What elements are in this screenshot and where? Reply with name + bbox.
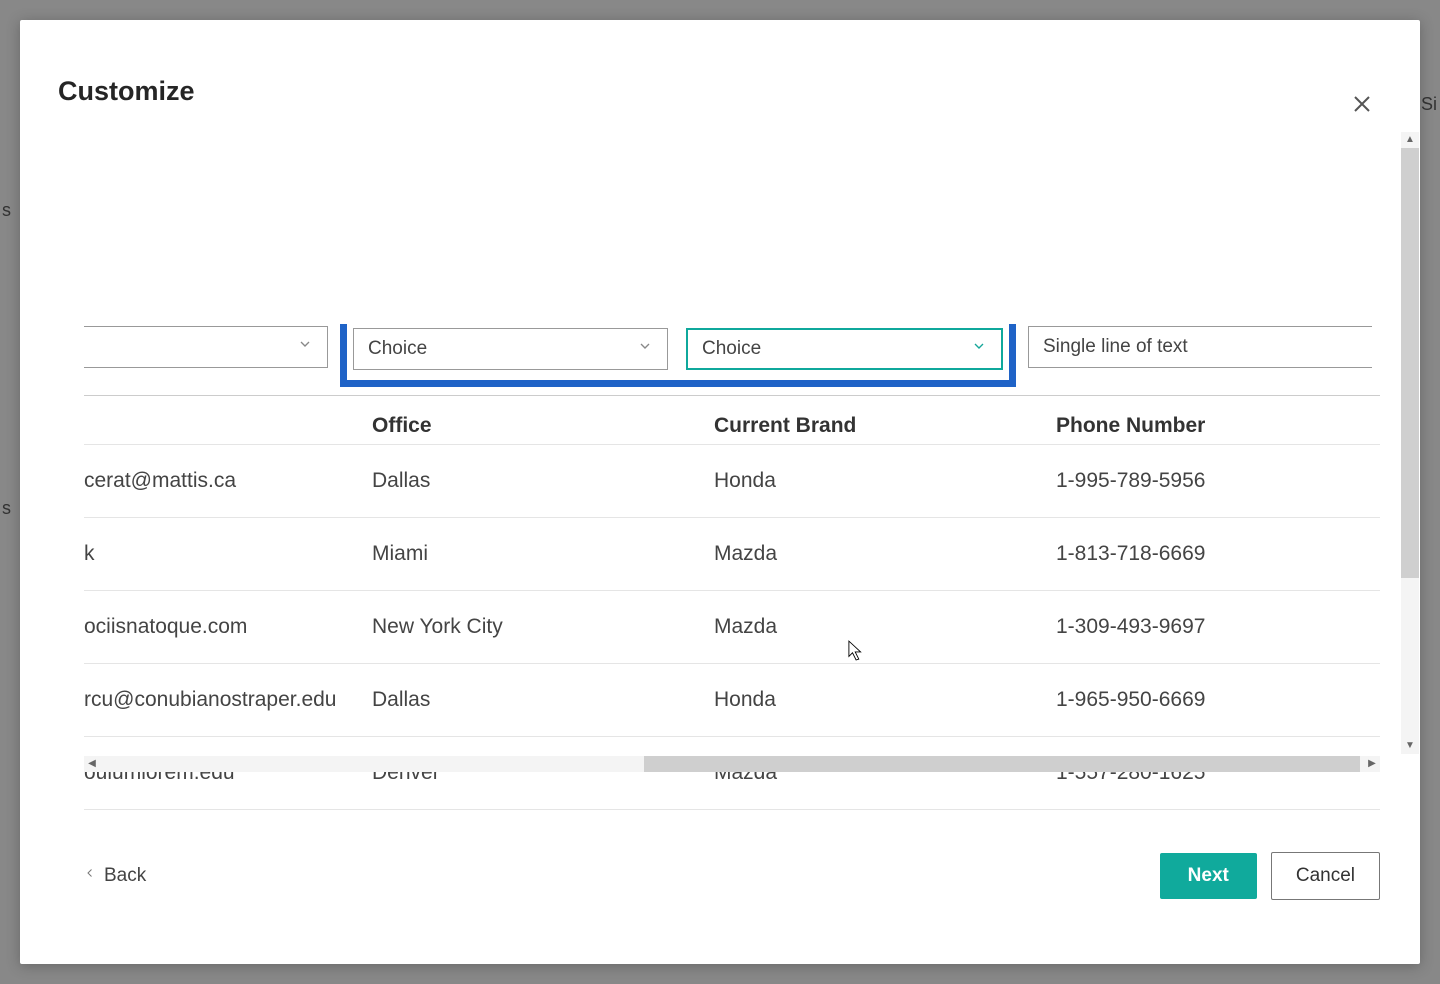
horizontal-scrollbar[interactable]: ◀ ▶ [84,756,1380,772]
column-type-select-brand[interactable]: Choice [686,328,1003,370]
cell-email: rcu@conubianostraper.edu [84,688,372,712]
select-value: Choice [368,338,427,360]
cell-phone: 1-309-493-9697 [1056,615,1356,639]
scroll-left-icon[interactable]: ◀ [84,756,100,772]
table-row[interactable]: oulumlorem.edu Denver Mazda 1-557-280-16… [84,737,1380,810]
scroll-up-icon[interactable]: ▲ [1401,132,1419,148]
column-header-email [84,414,372,438]
cell-office: Dallas [372,688,714,712]
table-row[interactable]: rcu@conubianostraper.edu Dallas Honda 1-… [84,664,1380,737]
next-button[interactable]: Next [1160,853,1257,899]
vertical-scrollbar[interactable]: ▲ ▼ [1401,132,1419,754]
backdrop-fragment: Si [1421,94,1437,115]
close-icon[interactable] [1350,92,1374,116]
column-type-row: Choice Choice Single line of te [84,324,1380,396]
cell-brand: Honda [714,688,1056,712]
customize-dialog: Customize Choice [20,20,1420,964]
scroll-right-icon[interactable]: ▶ [1364,756,1380,772]
table-header: Office Current Brand Phone Number [84,414,1380,445]
cell-phone: 1-813-718-6669 [1056,542,1356,566]
cell-brand: Mazda [714,615,1056,639]
chevron-left-icon [84,863,96,889]
backdrop-fragment: s [2,498,11,519]
cell-email: cerat@mattis.ca [84,469,372,493]
table-row[interactable]: cerat@mattis.ca Dallas Honda 1-995-789-5… [84,445,1380,518]
column-header-phone: Phone Number [1056,414,1356,438]
cell-brand: Mazda [714,542,1056,566]
chevron-down-icon [971,338,987,360]
back-label: Back [104,865,146,887]
table-row[interactable]: ociisnatoque.com New York City Mazda 1-3… [84,591,1380,664]
cell-office: New York City [372,615,714,639]
highlighted-selection: Choice Choice [340,324,1016,387]
cell-phone: 1-995-789-5956 [1056,469,1356,493]
chevron-down-icon [297,336,313,358]
table-row[interactable]: k Miami Mazda 1-813-718-6669 [84,518,1380,591]
dialog-footer: Back Next Cancel [84,852,1380,900]
column-type-select-1[interactable] [84,326,328,368]
back-button[interactable]: Back [84,863,146,889]
cancel-button[interactable]: Cancel [1271,852,1380,900]
backdrop-fragment: s [2,200,11,221]
scrollbar-thumb[interactable] [1401,148,1419,578]
chevron-down-icon [637,338,653,360]
cell-email: ociisnatoque.com [84,615,372,639]
column-header-brand: Current Brand [714,414,1056,438]
cell-office: Dallas [372,469,714,493]
cell-office: Miami [372,542,714,566]
cell-email: k [84,542,372,566]
scrollbar-thumb[interactable] [644,756,1360,772]
scroll-down-icon[interactable]: ▼ [1401,738,1419,754]
dialog-title: Customize [58,76,195,107]
column-header-office: Office [372,414,714,438]
cell-brand: Honda [714,469,1056,493]
select-value: Single line of text [1043,336,1188,358]
content-pane: Choice Choice Single line of te [84,324,1380,810]
select-value: Choice [702,338,761,360]
column-type-select-office[interactable]: Choice [353,328,668,370]
column-type-select-phone[interactable]: Single line of text [1028,326,1372,368]
cell-phone: 1-965-950-6669 [1056,688,1356,712]
